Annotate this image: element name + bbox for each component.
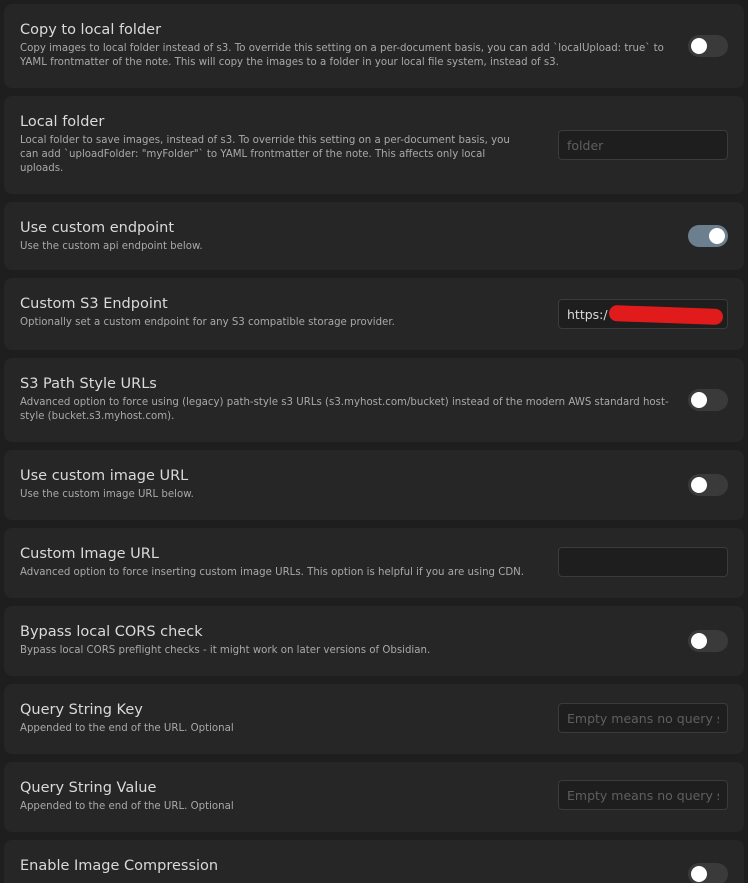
- toggle-knob: [691, 38, 707, 54]
- setting-description: Use the custom image URL below.: [20, 489, 194, 500]
- toggle-knob: [691, 633, 707, 649]
- setting-description: Advanced option to force using (legacy) …: [20, 397, 669, 422]
- setting-description: Local folder to save images, instead of …: [20, 135, 510, 174]
- setting-info: Enable Image Compression: [20, 856, 660, 878]
- setting-description: Advanced option to force inserting custo…: [20, 567, 525, 578]
- setting-description: Optionally set a custom endpoint for any…: [20, 317, 395, 328]
- query-string-key-input[interactable]: [558, 703, 728, 733]
- enable-image-compression-toggle[interactable]: [688, 863, 728, 883]
- toggle-knob: [709, 228, 725, 244]
- setting-title: S3 Path Style URLs: [20, 376, 157, 392]
- setting-info: Copy to local folder Copy images to loca…: [20, 20, 680, 70]
- setting-description: Copy images to local folder instead of s…: [20, 43, 664, 68]
- setting-info: S3 Path Style URLs Advanced option to fo…: [20, 374, 680, 424]
- local-folder-input[interactable]: [558, 130, 728, 160]
- toggle-knob: [691, 392, 707, 408]
- setting-use-custom-endpoint: Use custom endpoint Use the custom api e…: [4, 202, 744, 270]
- setting-s3-path-style-urls: S3 Path Style URLs Advanced option to fo…: [4, 358, 744, 442]
- use-custom-endpoint-toggle[interactable]: [688, 225, 728, 247]
- setting-query-string-key: Query String Key Appended to the end of …: [4, 684, 744, 754]
- setting-info: Use custom endpoint Use the custom api e…: [20, 218, 660, 254]
- setting-title: Local folder: [20, 114, 105, 130]
- setting-info: Query String Key Appended to the end of …: [20, 700, 540, 736]
- setting-custom-s3-endpoint: Custom S3 Endpoint Optionally set a cust…: [4, 278, 744, 350]
- setting-title: Enable Image Compression: [20, 858, 219, 874]
- query-string-value-input[interactable]: [558, 780, 728, 810]
- setting-info: Use custom image URL Use the custom imag…: [20, 466, 660, 502]
- toggle-knob: [691, 477, 707, 493]
- setting-title: Use custom endpoint: [20, 220, 174, 236]
- setting-copy-to-local-folder: Copy to local folder Copy images to loca…: [4, 4, 744, 88]
- use-custom-image-url-toggle[interactable]: [688, 474, 728, 496]
- setting-info: Bypass local CORS check Bypass local COR…: [20, 622, 660, 658]
- setting-info: Custom S3 Endpoint Optionally set a cust…: [20, 294, 540, 330]
- settings-pane: Copy to local folder Copy images to loca…: [0, 0, 748, 883]
- toggle-knob: [691, 866, 707, 882]
- setting-title: Use custom image URL: [20, 468, 189, 484]
- setting-enable-image-compression: Enable Image Compression: [4, 840, 744, 883]
- setting-description: Use the custom api endpoint below.: [20, 241, 203, 252]
- setting-title: Bypass local CORS check: [20, 624, 203, 640]
- setting-title: Custom Image URL: [20, 546, 159, 562]
- custom-image-url-input[interactable]: [558, 547, 728, 577]
- setting-title: Query String Key: [20, 702, 143, 718]
- copy-to-local-folder-toggle[interactable]: [688, 35, 728, 57]
- setting-info: Local folder Local folder to save images…: [20, 112, 530, 176]
- setting-query-string-value: Query String Value Appended to the end o…: [4, 762, 744, 832]
- setting-info: Custom Image URL Advanced option to forc…: [20, 544, 550, 580]
- setting-description: Bypass local CORS preflight checks - it …: [20, 645, 431, 656]
- setting-description: Appended to the end of the URL. Optional: [20, 801, 234, 812]
- setting-description: Appended to the end of the URL. Optional: [20, 723, 234, 734]
- setting-title: Query String Value: [20, 780, 157, 796]
- setting-local-folder: Local folder Local folder to save images…: [4, 96, 744, 194]
- bypass-local-cors-check-toggle[interactable]: [688, 630, 728, 652]
- custom-s3-endpoint-field: [558, 299, 728, 329]
- setting-custom-image-url: Custom Image URL Advanced option to forc…: [4, 528, 744, 598]
- setting-title: Copy to local folder: [20, 22, 162, 38]
- setting-info: Query String Value Appended to the end o…: [20, 778, 540, 814]
- s3-path-style-urls-toggle[interactable]: [688, 389, 728, 411]
- setting-use-custom-image-url: Use custom image URL Use the custom imag…: [4, 450, 744, 520]
- setting-bypass-local-cors-check: Bypass local CORS check Bypass local COR…: [4, 606, 744, 676]
- setting-title: Custom S3 Endpoint: [20, 296, 168, 312]
